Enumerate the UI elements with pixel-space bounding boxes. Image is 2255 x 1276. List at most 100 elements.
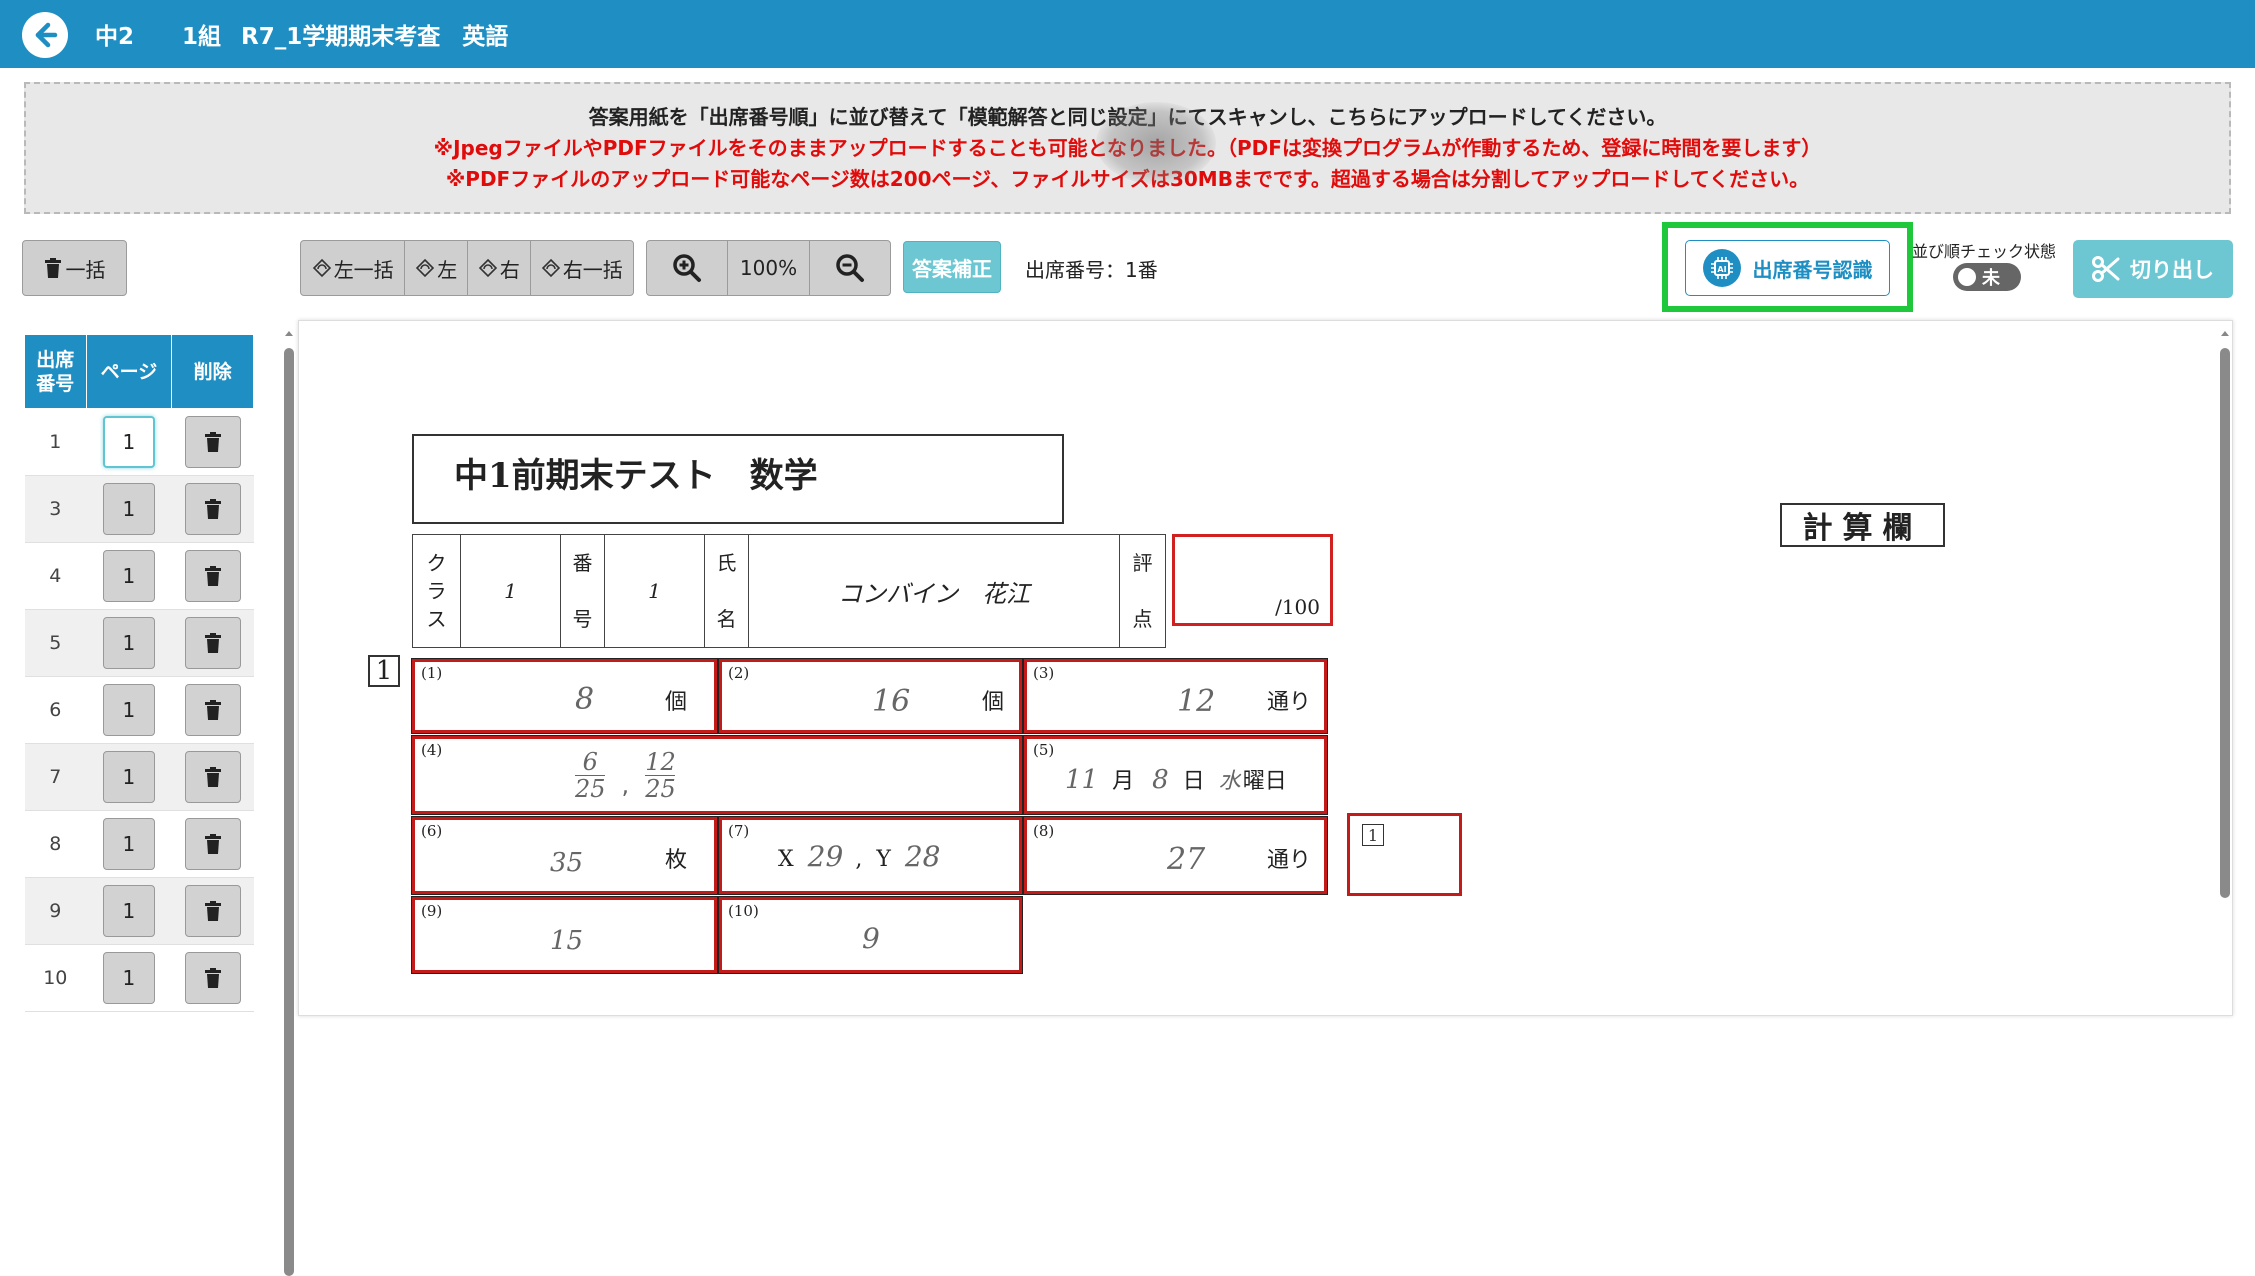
page-number-input[interactable]: 1	[102, 416, 155, 468]
page-number-input[interactable]: 1	[102, 617, 155, 669]
page-number-input[interactable]: 1	[102, 751, 155, 803]
trash-icon	[204, 499, 221, 519]
answer-value: 15	[550, 926, 584, 956]
back-button[interactable]	[22, 12, 68, 58]
upload-drop-area[interactable]: 答案用紙を「出席番号順」に並び替えて「模範解答と同じ設定」にてスキャンし、こちら…	[24, 82, 2231, 214]
answer-cell-1[interactable]: (1) 8 個	[411, 658, 718, 734]
table-row[interactable]: 51	[24, 609, 254, 677]
list-scrollbar-thumb[interactable]	[284, 348, 294, 1276]
delete-cell	[171, 810, 254, 878]
answer-value: 27	[1167, 842, 1206, 877]
trash-icon	[204, 700, 221, 720]
trash-icon	[204, 633, 221, 653]
page-cell: 1	[86, 542, 172, 610]
student-no-cell: 3	[24, 475, 87, 543]
answer-cell-4[interactable]: (4) 6 25 , 12 25	[411, 735, 1023, 815]
rotate-right-all-button[interactable]: 右一括	[531, 241, 633, 295]
fraction-answer: 6 25 , 12 25	[575, 749, 676, 802]
y-value: 28	[904, 840, 941, 873]
answer-value: 35	[550, 848, 584, 878]
delete-row-button[interactable]	[184, 751, 241, 803]
table-row[interactable]: 31	[24, 475, 254, 543]
answer-value: 8	[575, 682, 595, 717]
student-no-cell: 6	[24, 676, 87, 744]
answer-cell-5[interactable]: (5) 11 月 8 日 水 曜日	[1023, 735, 1328, 815]
zoom-out-icon	[836, 254, 864, 282]
table-row[interactable]: 41	[24, 542, 254, 610]
viewer-scrollbar[interactable]	[2218, 326, 2232, 1016]
calc-answer-box[interactable]: 1	[1347, 813, 1462, 896]
bulk-delete-button[interactable]: 一括	[22, 240, 127, 296]
table-row[interactable]: 11	[24, 408, 254, 476]
viewer-scrollbar-thumb[interactable]	[2220, 348, 2230, 898]
answer-cell-9[interactable]: (9) 15	[411, 896, 718, 974]
scroll-up-icon	[2221, 331, 2229, 336]
page-number-input[interactable]: 1	[102, 684, 155, 736]
delete-cell	[171, 609, 254, 677]
answer-cell-6[interactable]: (6) 35 枚	[411, 816, 718, 895]
arrow-left-icon	[35, 22, 58, 48]
rotate-left-all-button[interactable]: 左一括	[301, 241, 406, 295]
table-row[interactable]: 81	[24, 810, 254, 878]
zoom-out-button[interactable]	[810, 241, 890, 295]
rotate-right-button[interactable]: 右	[468, 241, 531, 295]
svg-text:AI: AI	[1717, 265, 1726, 274]
order-check-toggle[interactable]: 未	[1953, 263, 2021, 291]
answer-correct-button[interactable]: 答案補正	[903, 241, 1001, 293]
crumb-test: R7_1学期期末考査	[241, 24, 441, 50]
page-number-input[interactable]: 1	[102, 952, 155, 1004]
answer-unit: 個	[665, 690, 688, 715]
col-header-delete: 削除	[171, 334, 254, 409]
table-row[interactable]: 91	[24, 877, 254, 945]
delete-row-button[interactable]	[184, 617, 241, 669]
page-number-input[interactable]: 1	[102, 550, 155, 602]
delete-row-button[interactable]	[184, 952, 241, 1004]
number-label: 番号	[560, 534, 605, 648]
rotate-left-button[interactable]: 左	[405, 241, 468, 295]
cut-out-label: 切り出し	[2130, 258, 2214, 282]
calc-answer-number: 1	[1362, 824, 1384, 846]
trash-icon	[204, 968, 221, 988]
answer-value: 12	[1177, 684, 1216, 719]
page-cell: 1	[86, 676, 172, 744]
answer-cell-3[interactable]: (3) 12 通り	[1023, 658, 1328, 734]
top-bar: 中2 1組 R7_1学期期末考査 英語	[0, 0, 2255, 68]
delete-row-button[interactable]	[184, 885, 241, 937]
page-number-input[interactable]: 1	[102, 818, 155, 870]
cell-number: (7)	[728, 822, 750, 840]
delete-cell	[171, 743, 254, 811]
delete-row-button[interactable]	[184, 416, 241, 468]
zoom-in-button[interactable]	[647, 241, 729, 295]
answer-cell-8[interactable]: (8) 27 通り	[1023, 816, 1328, 895]
student-number-label: 出席番号：1番	[1025, 258, 1158, 282]
recognize-student-number-button[interactable]: AI 出席番号認識	[1685, 240, 1890, 296]
order-check-value: 未	[1982, 268, 2000, 289]
fraction-1: 6 25	[575, 749, 606, 802]
trash-icon	[204, 901, 221, 921]
answer-cell-2[interactable]: (2) 16 個	[718, 658, 1023, 734]
student-no-cell: 9	[24, 877, 87, 945]
delete-row-button[interactable]	[184, 684, 241, 736]
question-number: 1	[368, 655, 400, 687]
page-cell: 1	[86, 810, 172, 878]
table-row[interactable]: 10 1	[24, 944, 254, 1012]
table-row[interactable]: 61	[24, 676, 254, 744]
delete-row-button[interactable]	[184, 550, 241, 602]
list-scrollbar[interactable]	[282, 326, 296, 1276]
fraction-1-denominator: 25	[575, 775, 606, 803]
answer-cell-7[interactable]: (7) X 29 , Y 28	[718, 816, 1023, 895]
xy-answer: X 29 , Y 28	[778, 840, 940, 873]
answer-value: 16	[872, 684, 911, 719]
table-row[interactable]: 71	[24, 743, 254, 811]
delete-cell	[171, 877, 254, 945]
page-number-input[interactable]: 1	[102, 885, 155, 937]
page-number-input[interactable]: 1	[102, 483, 155, 535]
score-box[interactable]: /100	[1172, 534, 1333, 626]
answer-cell-10[interactable]: (10) 9	[718, 896, 1023, 974]
delete-cell	[171, 944, 254, 1012]
weekday-unit: 曜日	[1242, 769, 1287, 794]
col-header-student-no: 出席 番号	[24, 334, 87, 409]
cut-out-button[interactable]: 切り出し	[2073, 240, 2233, 298]
delete-row-button[interactable]	[184, 483, 241, 535]
delete-row-button[interactable]	[184, 818, 241, 870]
